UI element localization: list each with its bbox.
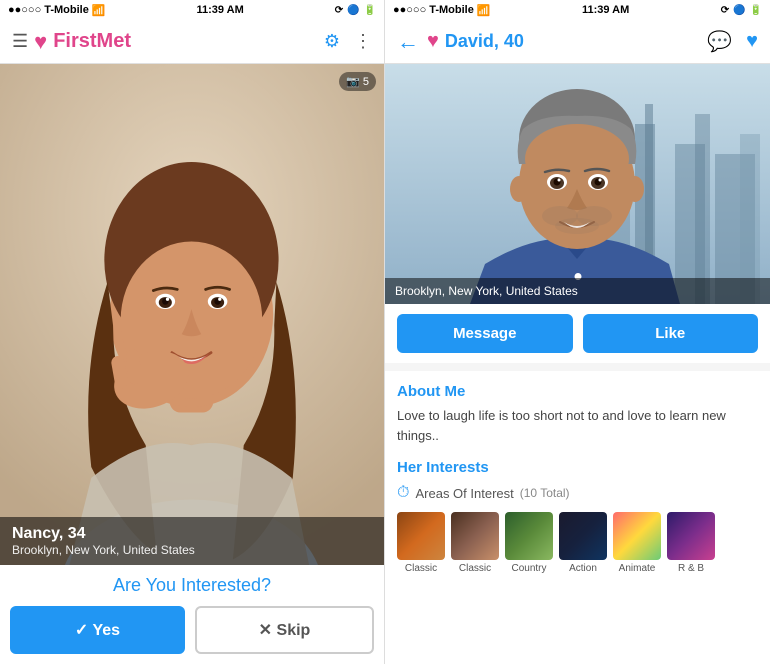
interest-item-classic1[interactable]: Classic xyxy=(397,512,445,574)
skip-button[interactable]: ✕ Skip xyxy=(195,606,374,654)
right-photo-container[interactable]: Brooklyn, New York, United States xyxy=(385,64,770,304)
like-button[interactable]: Like xyxy=(583,314,759,353)
photo-count-badge: 📷 5 xyxy=(339,72,376,91)
right-nav-bar: ← ♥ David, 40 💬 ♥ xyxy=(385,20,770,64)
left-brand: ☰ ♥ FirstMet xyxy=(12,29,131,55)
interests-sub: ⏱ Areas Of Interest (10 Total) xyxy=(397,484,758,502)
interest-label-country: Country xyxy=(511,563,546,574)
interest-item-action[interactable]: Action xyxy=(559,512,607,574)
right-profile-photo xyxy=(385,64,770,304)
battery-icon: 🔋 xyxy=(364,5,376,16)
left-time: 11:39 AM xyxy=(196,4,243,16)
right-time: 11:39 AM xyxy=(582,4,629,16)
filter-icon[interactable]: ⚙ xyxy=(324,31,340,52)
bluetooth-icon: 🔵 xyxy=(347,5,359,16)
profile-details: About Me Love to laugh life is too short… xyxy=(385,371,770,664)
signal-dots: ●●○○○ xyxy=(8,4,41,16)
photo-count: 5 xyxy=(363,76,369,88)
interest-photo-action xyxy=(559,512,607,560)
right-battery-icon: 🔋 xyxy=(750,5,762,16)
right-brand-heart-icon: ♥ xyxy=(427,30,439,53)
interest-thumbnails: Classic Classic Country Action Animate R… xyxy=(397,512,758,574)
back-button[interactable]: ← xyxy=(397,29,419,55)
right-signal-dots: ●●○○○ xyxy=(393,4,426,16)
interest-photo-classic2 xyxy=(451,512,499,560)
left-profile-photo xyxy=(0,64,384,565)
right-rotate-icon: ⟳ xyxy=(721,5,729,16)
right-status-icons: ⟳ 🔵 🔋 xyxy=(721,5,762,16)
about-me-title: About Me xyxy=(397,383,758,400)
left-profile-overlay: Nancy, 34 Brooklyn, New York, United Sta… xyxy=(0,517,384,565)
hamburger-icon[interactable]: ☰ xyxy=(12,31,28,52)
interests-count: (10 Total) xyxy=(520,486,570,500)
interest-photo-classic1 xyxy=(397,512,445,560)
yes-button[interactable]: ✓ Yes xyxy=(10,606,185,654)
right-panel: ●●○○○ T-Mobile 📶 11:39 AM ⟳ 🔵 🔋 ← ♥ Davi… xyxy=(385,0,770,664)
interest-item-country[interactable]: Country xyxy=(505,512,553,574)
right-carrier-name: T-Mobile xyxy=(429,4,474,16)
interest-label-animate: Animate xyxy=(619,563,656,574)
interests-sub-label: Areas Of Interest xyxy=(415,486,513,501)
interest-photo-animate xyxy=(613,512,661,560)
interest-label-classic1: Classic xyxy=(405,563,437,574)
interest-item-rb[interactable]: R & B xyxy=(667,512,715,574)
left-profile-location: Brooklyn, New York, United States xyxy=(12,543,372,557)
camera-icon: 📷 xyxy=(346,75,360,88)
left-nav-actions: ⚙ ⋮ xyxy=(324,31,372,52)
right-nav-actions: 💬 ♥ xyxy=(707,29,758,54)
message-button[interactable]: Message xyxy=(397,314,573,353)
interest-label-rb: R & B xyxy=(678,563,704,574)
right-photo-location: Brooklyn, New York, United States xyxy=(395,284,578,298)
left-profile-name: Nancy, 34 xyxy=(12,525,372,543)
brand-heart-icon: ♥ xyxy=(34,29,47,55)
right-bluetooth-icon: 🔵 xyxy=(733,5,745,16)
left-status-icons: ⟳ 🔵 🔋 xyxy=(335,5,376,16)
wifi-icon: 📶 xyxy=(92,4,106,17)
screen-rotate-icon: ⟳ xyxy=(335,5,343,16)
right-status-bar: ●●○○○ T-Mobile 📶 11:39 AM ⟳ 🔵 🔋 xyxy=(385,0,770,20)
left-carrier-name: T-Mobile xyxy=(44,4,89,16)
interest-label-action: Action xyxy=(569,563,597,574)
left-photo-container[interactable]: 📷 5 Nancy, 34 Brooklyn, New York, United… xyxy=(0,64,384,565)
about-me-text: Love to laugh life is too short not to a… xyxy=(397,406,758,445)
interest-photo-rb xyxy=(667,512,715,560)
right-wifi-icon: 📶 xyxy=(477,4,491,17)
left-status-bar: ●●○○○ T-Mobile 📶 11:39 AM ⟳ 🔵 🔋 xyxy=(0,0,384,20)
interests-title: Her Interests xyxy=(397,459,758,476)
interest-label-classic2: Classic xyxy=(459,563,491,574)
chat-icon[interactable]: 💬 xyxy=(707,29,732,54)
heart-nav-icon[interactable]: ♥ xyxy=(746,30,758,53)
clock-icon: ⏱ xyxy=(397,484,409,502)
more-icon[interactable]: ⋮ xyxy=(354,31,372,52)
interest-item-classic2[interactable]: Classic xyxy=(451,512,499,574)
action-buttons: Message Like xyxy=(385,304,770,363)
left-carrier: ●●○○○ T-Mobile 📶 xyxy=(8,4,106,17)
interested-buttons: ✓ Yes ✕ Skip xyxy=(10,606,374,654)
interest-item-animate[interactable]: Animate xyxy=(613,512,661,574)
right-carrier: ●●○○○ T-Mobile 📶 xyxy=(393,4,491,17)
interested-question: Are You Interested? xyxy=(10,575,374,596)
right-profile-name: David, 40 xyxy=(445,31,524,52)
interest-photo-country xyxy=(505,512,553,560)
left-panel: ●●○○○ T-Mobile 📶 11:39 AM ⟳ 🔵 🔋 ☰ ♥ Firs… xyxy=(0,0,385,664)
interested-section: Are You Interested? ✓ Yes ✕ Skip xyxy=(0,565,384,664)
right-location-overlay: Brooklyn, New York, United States xyxy=(385,278,770,304)
brand-name: FirstMet xyxy=(53,30,131,53)
left-nav-bar: ☰ ♥ FirstMet ⚙ ⋮ xyxy=(0,20,384,64)
